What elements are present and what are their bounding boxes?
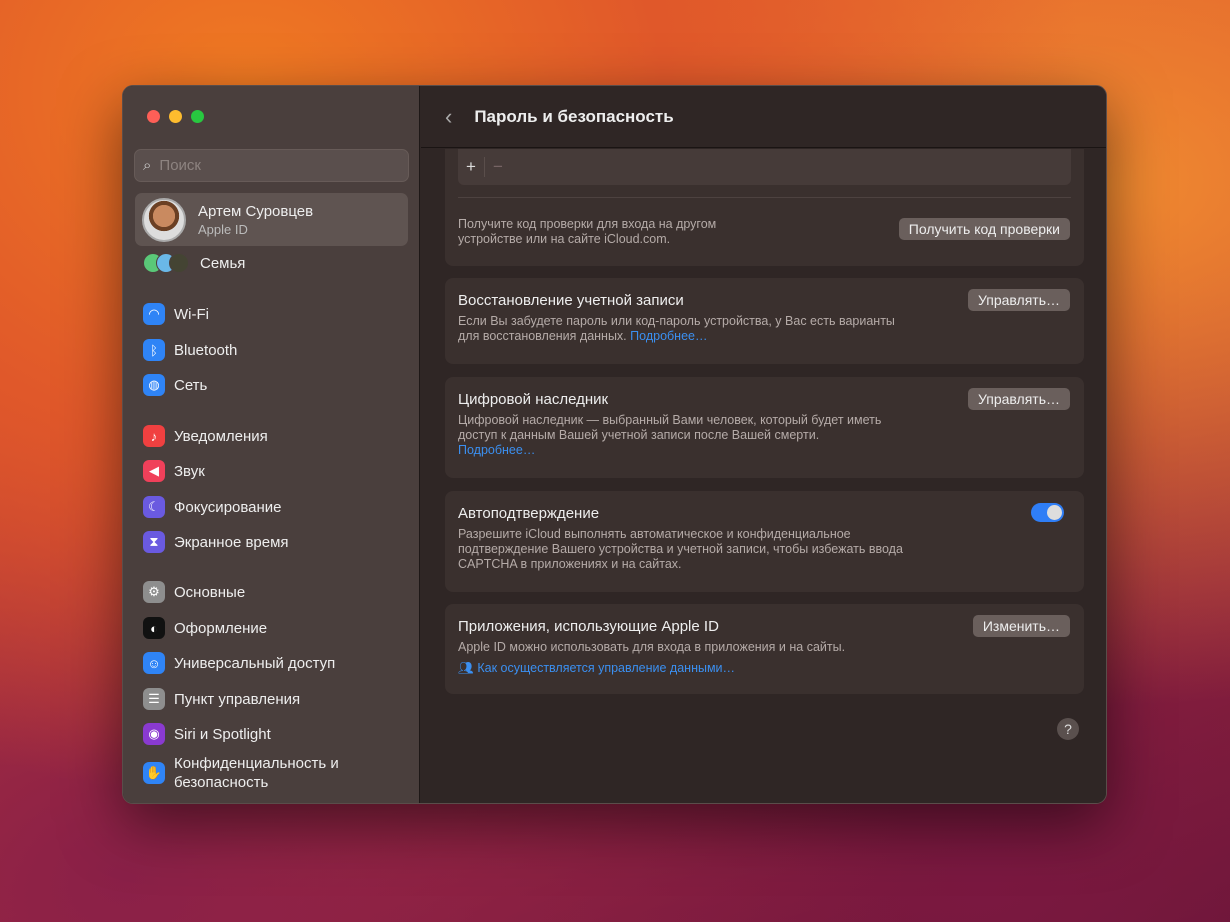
get-code-button[interactable]: Получить код проверки	[898, 218, 1070, 240]
help-button[interactable]: ?	[1057, 718, 1079, 740]
sidebar-item-label: Siri и Spotlight	[174, 725, 271, 743]
hourglass-icon: ⧗	[143, 531, 165, 553]
device-list: + −	[458, 149, 1071, 185]
autoverify-toggle[interactable]	[1031, 503, 1064, 522]
sidebar-item-label: Фокусирование	[174, 498, 282, 516]
globe-icon: ◍	[143, 374, 165, 396]
autoverify-text: Разрешите iCloud выполнять автоматическо…	[458, 527, 903, 571]
window-controls	[147, 110, 204, 123]
sidebar-item[interactable]: ◠ Wi-Fi	[143, 303, 209, 325]
recovery-card: Восстановление учетной записи Управлять……	[445, 278, 1084, 364]
back-chevron-icon[interactable]: ‹	[445, 104, 452, 130]
sidebar-item[interactable]: ◍ Сеть	[143, 374, 207, 396]
speaker-icon: ◀	[143, 460, 165, 482]
avatar	[142, 197, 186, 242]
zoom-button[interactable]	[191, 110, 204, 123]
control-center-icon: ☰	[143, 688, 165, 710]
gear-icon: ⚙	[143, 581, 165, 603]
data-management-link[interactable]: Как осуществляется управление данными…	[477, 661, 735, 675]
main-pane: ‹ Пароль и безопасность + − Получите код…	[421, 86, 1106, 803]
sidebar-item-label: Bluetooth	[174, 341, 238, 359]
wifi-icon: ◠	[143, 303, 165, 325]
sidebar-item-label: Звук	[174, 462, 205, 480]
appearance-icon: ◐	[143, 617, 165, 639]
sidebar-item-label: Универсальный доступ	[174, 654, 336, 672]
verify-card: + − Получите код проверки для входа на д…	[445, 149, 1084, 266]
sidebar: ⌕ Поиск Артем Суровцев Apple ID Семья ◠ W…	[123, 86, 420, 803]
sidebar-item-label: Уведомления	[174, 427, 268, 445]
legacy-text: Цифровой наследник — выбранный Вами чело…	[458, 413, 882, 442]
apps-card: Приложения, использующие Apple ID Измени…	[445, 604, 1084, 694]
apps-edit-button[interactable]: Изменить…	[972, 615, 1070, 637]
search-icon: ⌕	[143, 157, 152, 174]
hand-icon: ✋	[143, 762, 165, 784]
apple-id-account[interactable]: Артем Суровцев Apple ID	[135, 193, 408, 246]
sidebar-item-label: Пункт управления	[174, 690, 301, 708]
sidebar-item-label: Сеть	[174, 376, 208, 394]
divider	[458, 197, 1071, 198]
verify-text: Получите код проверки для входа на друго…	[458, 217, 717, 246]
recovery-manage-button[interactable]: Управлять…	[968, 289, 1070, 311]
sidebar-item[interactable]: ✋ Конфиденциальность и безопасность	[143, 754, 364, 792]
legacy-card: Цифровой наследник Управлять… Цифровой н…	[445, 377, 1084, 478]
accessibility-icon: ☺	[143, 652, 165, 674]
page-title: Пароль и безопасность	[474, 106, 674, 126]
add-button[interactable]: +	[458, 157, 484, 177]
sidebar-item[interactable]: ⧗ Экранное время	[143, 531, 289, 553]
sidebar-item-label: Конфиденциальность и безопасность	[174, 755, 339, 791]
sidebar-item[interactable]: ◀ Звук	[143, 460, 205, 482]
settings-window: ⌕ Поиск Артем Суровцев Apple ID Семья ◠ W…	[122, 85, 1107, 804]
sidebar-item[interactable]: ◉ Siri и Spotlight	[143, 723, 271, 745]
recovery-more-link[interactable]: Подробнее…	[630, 329, 707, 343]
sidebar-item-label: Экранное время	[174, 533, 289, 551]
sidebar-item[interactable]: ♪ Уведомления	[143, 425, 268, 447]
legacy-manage-button[interactable]: Управлять…	[968, 388, 1070, 410]
sidebar-item-label: Оформление	[174, 619, 268, 637]
bluetooth-icon: ᛒ	[143, 339, 165, 361]
bell-icon: ♪	[143, 425, 165, 447]
privacy-people-icon: 👥︎	[458, 661, 474, 675]
sidebar-item-family[interactable]: Семья	[143, 253, 245, 273]
sidebar-item[interactable]: ᛒ Bluetooth	[143, 339, 237, 361]
siri-icon: ◉	[143, 723, 165, 745]
moon-icon: ☾	[143, 496, 165, 518]
search-input[interactable]: ⌕ Поиск	[134, 149, 409, 182]
legacy-more-link[interactable]: Подробнее…	[458, 443, 535, 457]
close-button[interactable]	[147, 110, 160, 123]
sidebar-item-label: Wi-Fi	[174, 305, 209, 323]
search-placeholder: Поиск	[159, 157, 201, 174]
sidebar-item[interactable]: ☰ Пункт управления	[143, 688, 300, 710]
sidebar-item[interactable]: ◐ Оформление	[143, 617, 267, 639]
account-name: Артем Суровцев	[198, 202, 314, 220]
family-label: Семья	[200, 254, 246, 272]
header: ‹ Пароль и безопасность	[421, 86, 1106, 148]
autoverify-card: Автоподтверждение Разрешите iCloud выпол…	[445, 491, 1084, 592]
apps-text: Apple ID можно использовать для входа в …	[458, 640, 846, 654]
sidebar-item[interactable]: ☾ Фокусирование	[143, 496, 282, 518]
sidebar-item-label: Основные	[174, 583, 246, 601]
account-sub: Apple ID	[198, 221, 248, 237]
sidebar-item[interactable]: ☺ Универсальный доступ	[143, 652, 335, 674]
autoverify-title: Автоподтверждение	[458, 505, 600, 522]
family-avatar	[169, 253, 189, 273]
sidebar-item[interactable]: ⚙ Основные	[143, 581, 245, 603]
minimize-button[interactable]	[169, 110, 182, 123]
remove-button[interactable]: −	[483, 157, 511, 177]
